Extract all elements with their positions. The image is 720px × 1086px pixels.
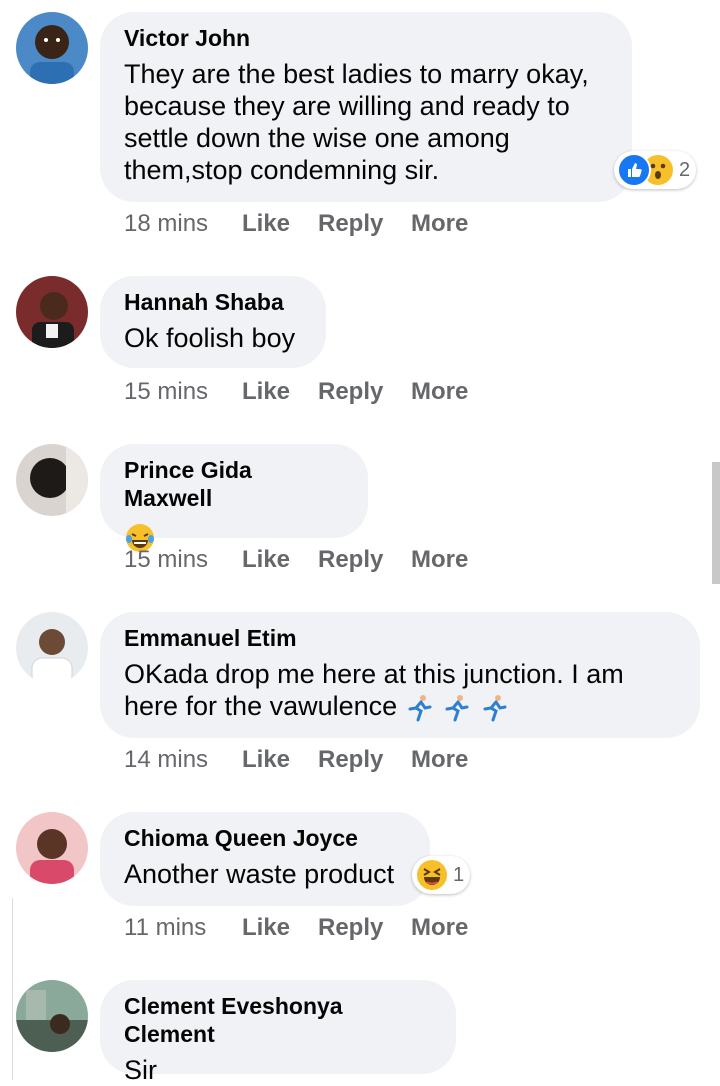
more-button[interactable]: More [411, 744, 468, 776]
comment-text-line: settle down the wise one among [124, 123, 510, 153]
comment-author[interactable]: Emmanuel Etim [124, 624, 676, 652]
reaction-summary[interactable]: 2 [614, 151, 697, 189]
comment-bubble: Prince Gida Maxwell [100, 444, 368, 552]
reply-button[interactable]: Reply [318, 376, 383, 408]
avatar[interactable] [16, 12, 88, 84]
comment-timestamp[interactable]: 15 mins [124, 376, 208, 408]
comment-text: Ok foolish boy [124, 323, 296, 353]
reply-button[interactable]: Reply [318, 208, 383, 240]
comment-timestamp[interactable]: 15 mins [124, 544, 208, 576]
edge-divider [12, 898, 13, 1080]
comment-text: They are the best ladies to marry okay, … [124, 58, 608, 186]
comment-bubble: Chioma Queen Joyce Another waste product [100, 812, 430, 906]
more-button[interactable]: More [411, 208, 468, 240]
running-man-icon [483, 694, 507, 722]
comment-actions: 15 mins Like Reply More [124, 376, 524, 408]
comment-timestamp[interactable]: 11 mins [124, 912, 206, 944]
comment-text-line: them,stop condemning sir. [124, 155, 440, 185]
comment-text-line: here for the vawulence [124, 690, 676, 723]
like-button[interactable]: Like [242, 208, 290, 240]
comment-text: Sir [124, 1055, 157, 1085]
comment-author[interactable]: Prince Gida Maxwell [124, 456, 344, 512]
like-icon [617, 153, 651, 187]
comment-text-line: OKada drop me here at this junction. I a… [124, 659, 624, 689]
haha-icon [415, 858, 449, 892]
comment-actions: 18 mins Like Reply More [124, 208, 524, 240]
comment-text: OKada drop me here at this junction. I a… [124, 658, 676, 723]
reaction-count: 2 [679, 158, 691, 181]
comment-author[interactable]: Chioma Queen Joyce [124, 824, 406, 852]
like-button[interactable]: Like [242, 744, 290, 776]
avatar[interactable] [16, 812, 88, 884]
comment-text-line: because they are willing and ready to [124, 91, 570, 121]
comment-actions: 14 mins Like Reply More [124, 744, 524, 776]
comment-actions: 15 mins Like Reply More [124, 544, 524, 576]
comment-author[interactable]: Hannah Shaba [124, 288, 302, 316]
like-button[interactable]: Like [242, 544, 290, 576]
comment-bubble: Emmanuel Etim OKada drop me here at this… [100, 612, 700, 738]
reaction-count: 1 [453, 863, 465, 886]
scrollbar-thumb[interactable] [712, 462, 720, 584]
comment-bubble: Clement Eveshonya Clement Sir [100, 980, 456, 1085]
avatar[interactable] [16, 612, 88, 684]
avatar[interactable] [16, 276, 88, 348]
comment-text-segment: here for the vawulence [124, 691, 398, 721]
comment-timestamp[interactable]: 14 mins [124, 744, 208, 776]
like-button[interactable]: Like [242, 912, 290, 944]
avatar[interactable] [16, 444, 88, 516]
like-button[interactable]: Like [242, 376, 290, 408]
comment-author[interactable]: Victor John [124, 24, 608, 52]
comment-timestamp[interactable]: 18 mins [124, 208, 208, 240]
more-button[interactable]: More [411, 912, 468, 944]
comment-author[interactable]: Clement Eveshonya Clement [124, 992, 432, 1048]
running-man-icon [408, 694, 432, 722]
running-man-icon [445, 694, 469, 722]
avatar[interactable] [16, 980, 88, 1052]
comment-bubble: Victor John They are the best ladies to … [100, 12, 632, 202]
comment-bubble: Hannah Shaba Ok foolish boy [100, 276, 326, 368]
reaction-summary[interactable]: 1 [412, 856, 471, 894]
reply-button[interactable]: Reply [318, 544, 383, 576]
reply-button[interactable]: Reply [318, 912, 383, 944]
comment-text-line: They are the best ladies to marry okay, [124, 59, 589, 89]
running-man-emoji-group [405, 691, 510, 722]
comment-text: Another waste product [124, 859, 395, 889]
comment-actions: 11 mins Like Reply More [124, 912, 524, 944]
reply-button[interactable]: Reply [318, 744, 383, 776]
more-button[interactable]: More [411, 544, 468, 576]
more-button[interactable]: More [411, 376, 468, 408]
